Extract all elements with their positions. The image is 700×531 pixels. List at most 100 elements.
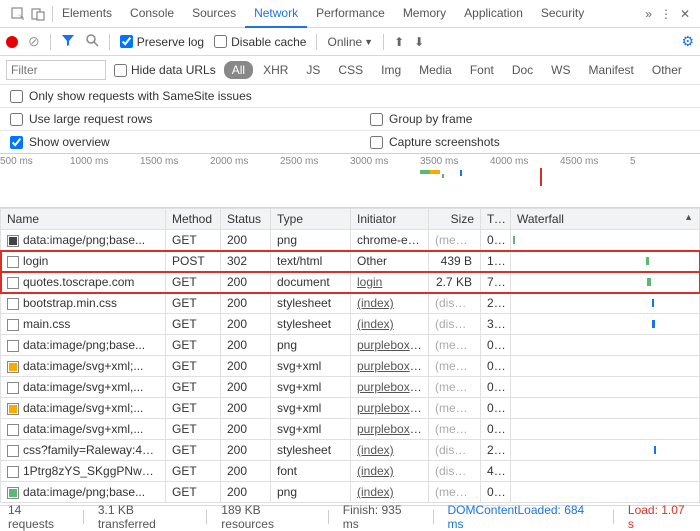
tab-sources[interactable]: Sources [183, 0, 245, 28]
download-icon[interactable]: ⬇ [414, 35, 424, 49]
filter-chip-doc[interactable]: Doc [504, 61, 541, 79]
cell-method: GET [166, 461, 221, 482]
initiator-link[interactable]: login [357, 275, 382, 289]
timeline-tick: 1500 ms [140, 156, 210, 167]
filter-chip-other[interactable]: Other [644, 61, 690, 79]
cell-name: main.css [1, 314, 166, 335]
filter-chip-css[interactable]: CSS [330, 61, 371, 79]
timeline-tick: 3500 ms [420, 156, 490, 167]
table-row[interactable]: quotes.toscrape.comGET200documentlogin2.… [1, 272, 700, 293]
disable-cache-checkbox[interactable]: Disable cache [214, 35, 306, 49]
option-checkbox[interactable]: Capture screenshots [370, 135, 690, 149]
cell-time: 0 ... [481, 398, 511, 419]
tab-network[interactable]: Network [245, 0, 307, 28]
table-row[interactable]: data:image/svg+xml;...GET200svg+xmlpurpl… [1, 356, 700, 377]
option-input[interactable] [10, 136, 23, 149]
filter-input[interactable] [6, 60, 106, 80]
filter-chip-font[interactable]: Font [462, 61, 502, 79]
cell-size: (memo... [429, 419, 481, 440]
column-header-ti[interactable]: Ti... [481, 209, 511, 230]
option-checkbox[interactable]: Use large request rows [10, 112, 330, 126]
filter-chip-js[interactable]: JS [298, 61, 328, 79]
cell-initiator: (index) [351, 482, 429, 503]
hide-data-urls-input[interactable] [114, 64, 127, 77]
cell-waterfall [511, 272, 700, 293]
preserve-log-checkbox[interactable]: Preserve log [120, 35, 204, 49]
tab-memory[interactable]: Memory [394, 0, 455, 28]
table-row[interactable]: data:image/svg+xml;...GET200svg+xmlpurpl… [1, 398, 700, 419]
initiator-link[interactable]: purplebox.js:16 [357, 422, 429, 436]
table-row[interactable]: data:image/png;base...GET200png(index)(m… [1, 482, 700, 503]
settings-gear-icon[interactable]: ⚙ [681, 33, 694, 50]
hide-data-urls-checkbox[interactable]: Hide data URLs [114, 63, 216, 77]
cell-waterfall [511, 293, 700, 314]
option-input[interactable] [370, 136, 383, 149]
column-header-size[interactable]: Size [429, 209, 481, 230]
clear-button[interactable]: ⊘ [28, 33, 40, 50]
throttle-select[interactable]: Online ▼ [327, 35, 373, 49]
filter-chip-ws[interactable]: WS [543, 61, 578, 79]
initiator-link[interactable]: (index) [357, 443, 394, 457]
initiator-link[interactable]: purplebox.js:16 [357, 401, 429, 415]
option-input[interactable] [370, 113, 383, 126]
tab-console[interactable]: Console [121, 0, 183, 28]
divider [328, 510, 329, 524]
upload-icon[interactable]: ⬆ [394, 35, 404, 49]
initiator-link[interactable]: (index) [357, 485, 394, 499]
table-row[interactable]: data:image/png;base...GET200pngpurplebox… [1, 335, 700, 356]
column-header-initiator[interactable]: Initiator [351, 209, 429, 230]
device-toolbar-icon[interactable] [30, 6, 46, 22]
cell-waterfall [511, 251, 700, 272]
tab-elements[interactable]: Elements [53, 0, 121, 28]
tab-application[interactable]: Application [455, 0, 532, 28]
hide-data-urls-label: Hide data URLs [131, 63, 216, 77]
initiator-link[interactable]: purplebox.js:16 [357, 338, 429, 352]
initiator-link[interactable]: purplebox.js:16 [357, 359, 429, 373]
inspect-element-icon[interactable] [10, 6, 26, 22]
cell-initiator: (index) [351, 440, 429, 461]
option-checkbox[interactable]: Show overview [10, 135, 330, 149]
option-input[interactable] [10, 90, 23, 103]
table-row[interactable]: data:image/png;base...GET200pngchrome-ex… [1, 230, 700, 251]
column-header-name[interactable]: Name [1, 209, 166, 230]
initiator-link[interactable]: (index) [357, 317, 394, 331]
cell-status: 200 [221, 293, 271, 314]
tab-performance[interactable]: Performance [307, 0, 394, 28]
table-row[interactable]: bootstrap.min.cssGET200stylesheet(index)… [1, 293, 700, 314]
panel-tabs: ElementsConsoleSourcesNetworkPerformance… [53, 0, 645, 28]
disable-cache-input[interactable] [214, 35, 227, 48]
cell-status: 200 [221, 314, 271, 335]
option-checkbox[interactable]: Group by frame [370, 112, 690, 126]
column-header-status[interactable]: Status [221, 209, 271, 230]
table-row[interactable]: data:image/svg+xml,...GET200svg+xmlpurpl… [1, 377, 700, 398]
table-row[interactable]: 1Ptrg8zYS_SKggPNwJYtW...GET200font(index… [1, 461, 700, 482]
close-devtools-icon[interactable]: ✕ [680, 7, 690, 21]
more-tabs-icon[interactable]: » [645, 7, 652, 21]
timeline-overview[interactable]: 500 ms1000 ms1500 ms2000 ms2500 ms3000 m… [0, 154, 700, 208]
cell-type: svg+xml [271, 377, 351, 398]
initiator-link[interactable]: (index) [357, 464, 394, 478]
table-row[interactable]: main.cssGET200stylesheet(index)(disk c..… [1, 314, 700, 335]
kebab-menu-icon[interactable]: ⋮ [660, 7, 672, 21]
tab-security[interactable]: Security [532, 0, 593, 28]
filter-chip-img[interactable]: Img [373, 61, 409, 79]
filter-chip-xhr[interactable]: XHR [255, 61, 296, 79]
initiator-link[interactable]: (index) [357, 296, 394, 310]
filter-chip-all[interactable]: All [224, 61, 253, 79]
option-checkbox[interactable]: Only show requests with SameSite issues [10, 89, 690, 103]
search-icon[interactable] [85, 33, 99, 50]
table-row[interactable]: loginPOST302text/htmlOther439 B13... [1, 251, 700, 272]
table-row[interactable]: data:image/svg+xml,...GET200svg+xmlpurpl… [1, 419, 700, 440]
filter-chip-manifest[interactable]: Manifest [581, 61, 642, 79]
record-button[interactable] [6, 36, 18, 48]
preserve-log-input[interactable] [120, 35, 133, 48]
table-row[interactable]: css?family=Raleway:400,700GET200styleshe… [1, 440, 700, 461]
column-header-waterfall[interactable]: Waterfall [511, 209, 700, 230]
option-input[interactable] [10, 113, 23, 126]
initiator-link[interactable]: purplebox.js:16 [357, 380, 429, 394]
column-header-type[interactable]: Type [271, 209, 351, 230]
cell-status: 200 [221, 335, 271, 356]
column-header-method[interactable]: Method [166, 209, 221, 230]
filter-chip-media[interactable]: Media [411, 61, 460, 79]
filter-toggle-icon[interactable] [61, 33, 75, 50]
